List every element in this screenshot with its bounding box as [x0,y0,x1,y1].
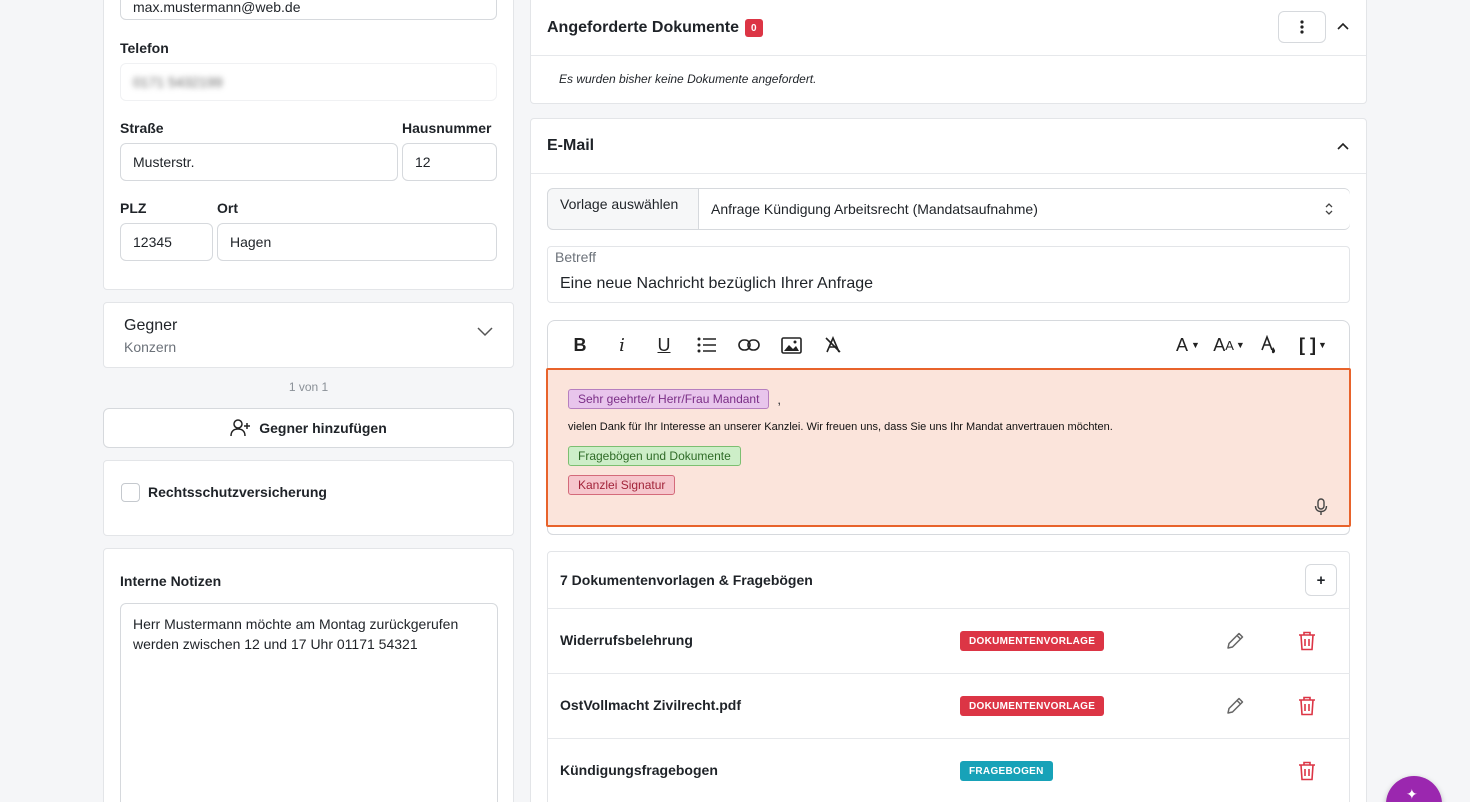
rechtsschutz-checkbox[interactable] [121,483,140,502]
link-icon[interactable] [737,334,761,356]
template-row-name: Widerrufsbelehrung [560,632,693,648]
row-divider [548,738,1350,739]
vorlage-group: Vorlage auswählen Anfrage Kündigung Arbe… [547,188,1350,230]
edit-pencil-icon[interactable] [1225,631,1245,651]
bold-icon[interactable]: B [568,334,592,356]
gegner-subtitle: Konzern [124,339,177,355]
font-size-icon[interactable]: A A ▼ [1212,334,1246,356]
clear-format-icon[interactable] [821,334,845,356]
angefordert-divider [531,55,1366,56]
row-divider [548,608,1350,609]
vorlage-select[interactable]: Anfrage Kündigung Arbeitsrecht (Mandatsa… [698,189,1350,229]
chevron-down-icon[interactable] [477,327,493,337]
delete-trash-icon[interactable] [1298,696,1316,716]
delete-trash-icon[interactable] [1298,631,1316,651]
template-row-badge: DOKUMENTENVORLAGE [960,696,1105,716]
add-gegner-button[interactable]: Gegner hinzufügen [103,408,514,448]
angefordert-empty-text: Es wurden bisher keine Dokumente angefor… [559,72,817,86]
email-title: E-Mail [547,137,595,154]
hausnummer-field[interactable]: 12 [402,143,497,181]
notizen-card: Interne Notizen Herr Mustermann möchte a… [103,548,514,802]
more-options-button[interactable] [1278,11,1326,43]
font-color-icon[interactable]: A ▼ [1172,334,1204,356]
salutation-comma: , [777,391,782,407]
telefon-value: 0171 5432199 [133,74,223,90]
betreff-value: Eine neue Nachricht bezüglich Ihrer Anfr… [560,275,874,292]
highlight-icon[interactable] [1257,334,1281,356]
select-arrows-icon [1324,202,1334,216]
template-row-name: Kündigungsfragebogen [560,762,718,778]
body-text: vielen Dank für Ihr Interesse an unserer… [568,421,1113,433]
strasse-field[interactable]: Musterstr. [120,143,398,181]
more-vertical-icon [1300,20,1304,34]
betreff-field[interactable]: Betreff Eine neue Nachricht bezüglich Ih… [547,246,1350,303]
email-value: max.mustermann@web.de [133,0,301,15]
editor-body[interactable]: Sehr geehrte/r Herr/Frau Mandant , viele… [546,368,1351,527]
sparkle-icon: ✦ [1406,786,1418,802]
edit-pencil-icon[interactable] [1225,696,1245,716]
ai-assistant-fab[interactable]: ✦ [1386,776,1442,802]
plz-value: 12345 [133,234,172,250]
gegner-title: Gegner [124,317,178,334]
notizen-textarea[interactable]: Herr Mustermann möchte am Montag zurückg… [120,603,498,802]
plz-field[interactable]: 12345 [120,223,213,261]
image-icon[interactable] [779,334,803,356]
add-gegner-label: Gegner hinzufügen [259,420,387,436]
signature-chip[interactable]: Kanzlei Signatur [568,475,676,495]
angefordert-card: Angeforderte Dokumente 0 Es wurden bishe… [530,0,1367,104]
signature-chip-row: Kanzlei Signatur [568,475,676,495]
chevron-up-icon[interactable] [1337,142,1349,150]
ort-value: Hagen [230,234,272,250]
betreff-label: Betreff [555,249,596,265]
strasse-value: Musterstr. [133,154,195,170]
plz-label: PLZ [120,200,147,216]
ort-field[interactable]: Hagen [217,223,497,261]
template-row-name: OstVollmacht Zivilrecht.pdf [560,697,741,713]
ort-label: Ort [217,200,238,216]
list-icon[interactable] [695,334,719,356]
rechtsschutz-label: Rechtsschutzversicherung [148,484,327,500]
italic-icon[interactable]: i [610,334,634,356]
hausnummer-label: Hausnummer [402,120,492,136]
notizen-label: Interne Notizen [120,573,222,589]
docs-chip-row: Fragebögen und Dokumente [568,446,741,466]
docs-chip[interactable]: Fragebögen und Dokumente [568,446,741,466]
hausnummer-value: 12 [415,154,431,170]
telefon-label: Telefon [120,40,169,56]
add-template-button[interactable]: + [1305,564,1337,596]
delete-trash-icon[interactable] [1298,761,1316,781]
vorlage-value: Anfrage Kündigung Arbeitsrecht (Mandatsa… [711,201,1038,217]
email-divider [531,173,1366,174]
rechtsschutz-card: Rechtsschutzversicherung [103,460,514,536]
strasse-label: Straße [120,120,164,136]
editor-bottom-border [547,527,1350,535]
telefon-field[interactable]: 0171 5432199 [120,63,497,101]
underline-icon[interactable]: U [652,334,676,356]
template-row-badge: FRAGEBOGEN [960,761,1053,781]
user-plus-icon [230,419,251,437]
chevron-up-icon[interactable] [1337,22,1349,30]
salutation-row: Sehr geehrte/r Herr/Frau Mandant , [568,389,781,409]
gegner-pagination: 1 von 1 [288,380,329,394]
row-divider [548,673,1350,674]
angefordert-title: Angeforderte Dokumente [547,19,740,36]
plus-icon: + [1316,571,1326,589]
email-field[interactable]: max.mustermann@web.de [120,0,497,20]
angefordert-count-badge: 0 [745,19,763,37]
gegner-card[interactable]: Gegner Konzern [103,302,514,368]
vorlage-label: Vorlage auswählen [560,196,679,212]
templates-header: 7 Dokumentenvorlagen & Fragebögen [560,572,813,588]
salutation-chip[interactable]: Sehr geehrte/r Herr/Frau Mandant [568,389,770,409]
microphone-icon[interactable] [1314,498,1328,516]
template-row-badge: DOKUMENTENVORLAGE [960,631,1105,651]
notizen-value: Herr Mustermann möchte am Montag zurückg… [133,616,459,652]
placeholder-brackets-icon[interactable]: [ ] ▼ [1296,334,1330,356]
